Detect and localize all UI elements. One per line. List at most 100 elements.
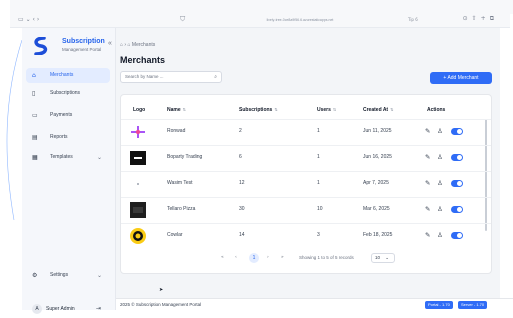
merchant-logo-cowlar — [130, 228, 146, 244]
merchant-logo-ronwad — [131, 126, 145, 138]
sidebar-item-subscriptions[interactable]: ▯ Subscriptions — [26, 86, 110, 101]
merchant-users: 1 — [317, 180, 320, 186]
users-icon[interactable]: ♙ — [437, 153, 443, 161]
footer-copyright: 2025 © Subscription Management Portal — [120, 302, 202, 307]
row-actions: ✎ ♙ — [423, 204, 473, 216]
merchant-created-at: Apr 7, 2025 — [363, 180, 389, 186]
sidebar-item-settings[interactable]: ⚙ Settings ⌄ — [26, 268, 110, 283]
column-header-users[interactable]: Users ⇅ — [317, 107, 336, 113]
merchant-subscriptions: 30 — [239, 206, 245, 212]
per-page-select[interactable]: 10 ⌄ — [371, 253, 395, 263]
column-header-created-at[interactable]: Created At ⇅ — [363, 107, 393, 113]
column-header-name[interactable]: Name ⇅ — [167, 107, 186, 113]
status-toggle[interactable] — [451, 154, 463, 161]
row-actions: ✎ ♙ — [423, 126, 473, 138]
merchants-table: Logo Name ⇅ Subscriptions ⇅ Users ⇅ Created… — [120, 94, 492, 274]
users-icon[interactable]: ♙ — [437, 179, 443, 187]
server-version-badge: Server - 1.70 — [458, 301, 488, 309]
card-icon: ▭ — [32, 112, 38, 119]
merchant-users: 1 — [317, 154, 320, 160]
first-page-icon[interactable]: « — [221, 255, 224, 260]
mouse-cursor: ➤ — [159, 287, 164, 293]
edit-icon[interactable]: ✎ — [425, 205, 430, 213]
row-actions: ✎ ♙ — [423, 152, 473, 164]
next-page-icon[interactable]: › — [267, 255, 269, 260]
sort-icon: ⇅ — [182, 107, 186, 112]
status-toggle[interactable] — [451, 232, 463, 239]
gear-icon: ⚙ — [32, 272, 38, 279]
sidebar-item-merchants[interactable]: ⌂ Merchants — [26, 68, 110, 83]
shield-icon[interactable]: ⛉ — [180, 15, 185, 24]
edit-icon[interactable]: ✎ — [425, 127, 430, 135]
merchant-created-at: Feb 18, 2025 — [363, 232, 393, 238]
merchant-subscriptions: 12 — [239, 180, 245, 186]
sort-icon: ⇅ — [390, 107, 394, 112]
sidebar-item-label: Settings — [50, 272, 69, 278]
edit-icon[interactable]: ✎ — [425, 179, 430, 187]
chevron-down-icon: ⌄ — [96, 154, 102, 161]
merchant-logo-tellaro — [130, 202, 146, 218]
brand-logo — [34, 37, 48, 55]
table-row[interactable]: Cowlar 14 3 Feb 18, 2025 ✎ ♙ — [121, 223, 491, 249]
tab-label[interactable]: Tip 6 — [408, 17, 418, 22]
row-actions: ✎ ♙ — [423, 178, 473, 190]
column-header-logo: Logo — [133, 107, 146, 113]
merchant-users: 1 — [317, 128, 320, 134]
edit-icon[interactable]: ✎ — [425, 153, 430, 161]
app-window: ▭ ⌄ ‹ › ⛉ lively-tree-0ce8a9f56.6.azures… — [0, 0, 513, 314]
prev-page-icon[interactable]: ‹ — [235, 255, 237, 260]
chevron-down-icon: ⌄ — [96, 272, 102, 279]
status-toggle[interactable] — [451, 128, 463, 135]
table-row[interactable]: Tellaro Pizza 30 10 Mar 6, 2025 ✎ ♙ — [121, 197, 491, 223]
sidebar-item-reports[interactable]: ▤ Reports — [26, 130, 110, 145]
user-name: Super Admin — [46, 306, 75, 312]
users-icon[interactable]: ♙ — [437, 231, 443, 239]
logout-icon[interactable]: ⇥ — [96, 300, 101, 318]
collapse-sidebar-icon[interactable]: « — [108, 40, 112, 47]
merchant-subscriptions: 6 — [239, 154, 242, 160]
sidebar-item-label: Merchants — [50, 72, 74, 78]
users-icon[interactable]: ♙ — [437, 127, 443, 135]
merchant-name[interactable]: Boparty Trading — [167, 154, 202, 160]
merchant-name[interactable]: Cowlar — [167, 232, 183, 238]
template-icon: ▦ — [32, 154, 38, 161]
sidebar-item-label: Templates — [50, 154, 73, 160]
page-number-current[interactable]: 1 — [249, 253, 259, 263]
sort-icon: ⇅ — [332, 107, 337, 112]
pagination: « ‹ 1 › » Showing 1 to 5 of 5 records 10… — [221, 253, 421, 265]
sidebar-item-label: Subscriptions — [50, 90, 81, 96]
table-row[interactable]: Ronwad 2 1 Jun 11, 2025 ✎ ♙ — [121, 119, 491, 145]
status-toggle[interactable] — [451, 206, 463, 213]
brand-title: Subscription — [62, 38, 105, 45]
address-bar[interactable]: lively-tree-0ce8a9f56.6.azurestaticapps.… — [200, 16, 400, 25]
table-row[interactable]: Boparty Trading 6 1 Jun 16, 2025 ✎ ♙ — [121, 145, 491, 171]
users-icon[interactable]: ♙ — [437, 205, 443, 213]
search-icon[interactable]: ⌕ — [214, 72, 217, 82]
store-icon: ⌂ — [32, 72, 36, 79]
home-icon[interactable]: ⌂ — [120, 42, 123, 48]
browser-action-icons[interactable]: ⊙⇧+⧉ — [463, 15, 498, 23]
search-input[interactable]: Search by Name ... ⌕ — [120, 71, 222, 83]
add-merchant-button[interactable]: + Add Merchant — [430, 72, 492, 84]
browser-nav-icons[interactable]: ▭ ⌄ ‹ › — [18, 16, 39, 23]
user-menu[interactable]: A Super Admin ⇥ — [26, 300, 112, 318]
sidebar-item-payments[interactable]: ▭ Payments — [26, 108, 110, 123]
breadcrumb-current: Merchants — [131, 42, 156, 48]
merchant-name[interactable]: Ronwad — [167, 128, 185, 134]
status-toggle[interactable] — [451, 180, 463, 187]
table-row[interactable]: Wasim Test 12 1 Apr 7, 2025 ✎ ♙ — [121, 171, 491, 197]
merchant-created-at: Jun 11, 2025 — [363, 128, 392, 134]
last-page-icon[interactable]: » — [281, 255, 284, 260]
edit-icon[interactable]: ✎ — [425, 231, 430, 239]
chevron-down-icon: ⌄ — [385, 256, 390, 261]
merchant-name[interactable]: Wasim Test — [167, 180, 193, 186]
sidebar-item-templates[interactable]: ▦ Templates ⌄ — [26, 150, 110, 165]
merchant-name[interactable]: Tellaro Pizza — [167, 206, 195, 212]
merchant-subscriptions: 2 — [239, 128, 242, 134]
report-icon: ▤ — [32, 134, 38, 141]
browser-toolbar: ▭ ⌄ ‹ › ⛉ lively-tree-0ce8a9f56.6.azures… — [10, 0, 513, 28]
store-icon: ⌂ — [127, 42, 131, 48]
column-header-subscriptions[interactable]: Subscriptions ⇅ — [239, 107, 278, 113]
sort-icon: ⇅ — [274, 107, 278, 112]
sidebar-item-label: Reports — [50, 134, 68, 140]
